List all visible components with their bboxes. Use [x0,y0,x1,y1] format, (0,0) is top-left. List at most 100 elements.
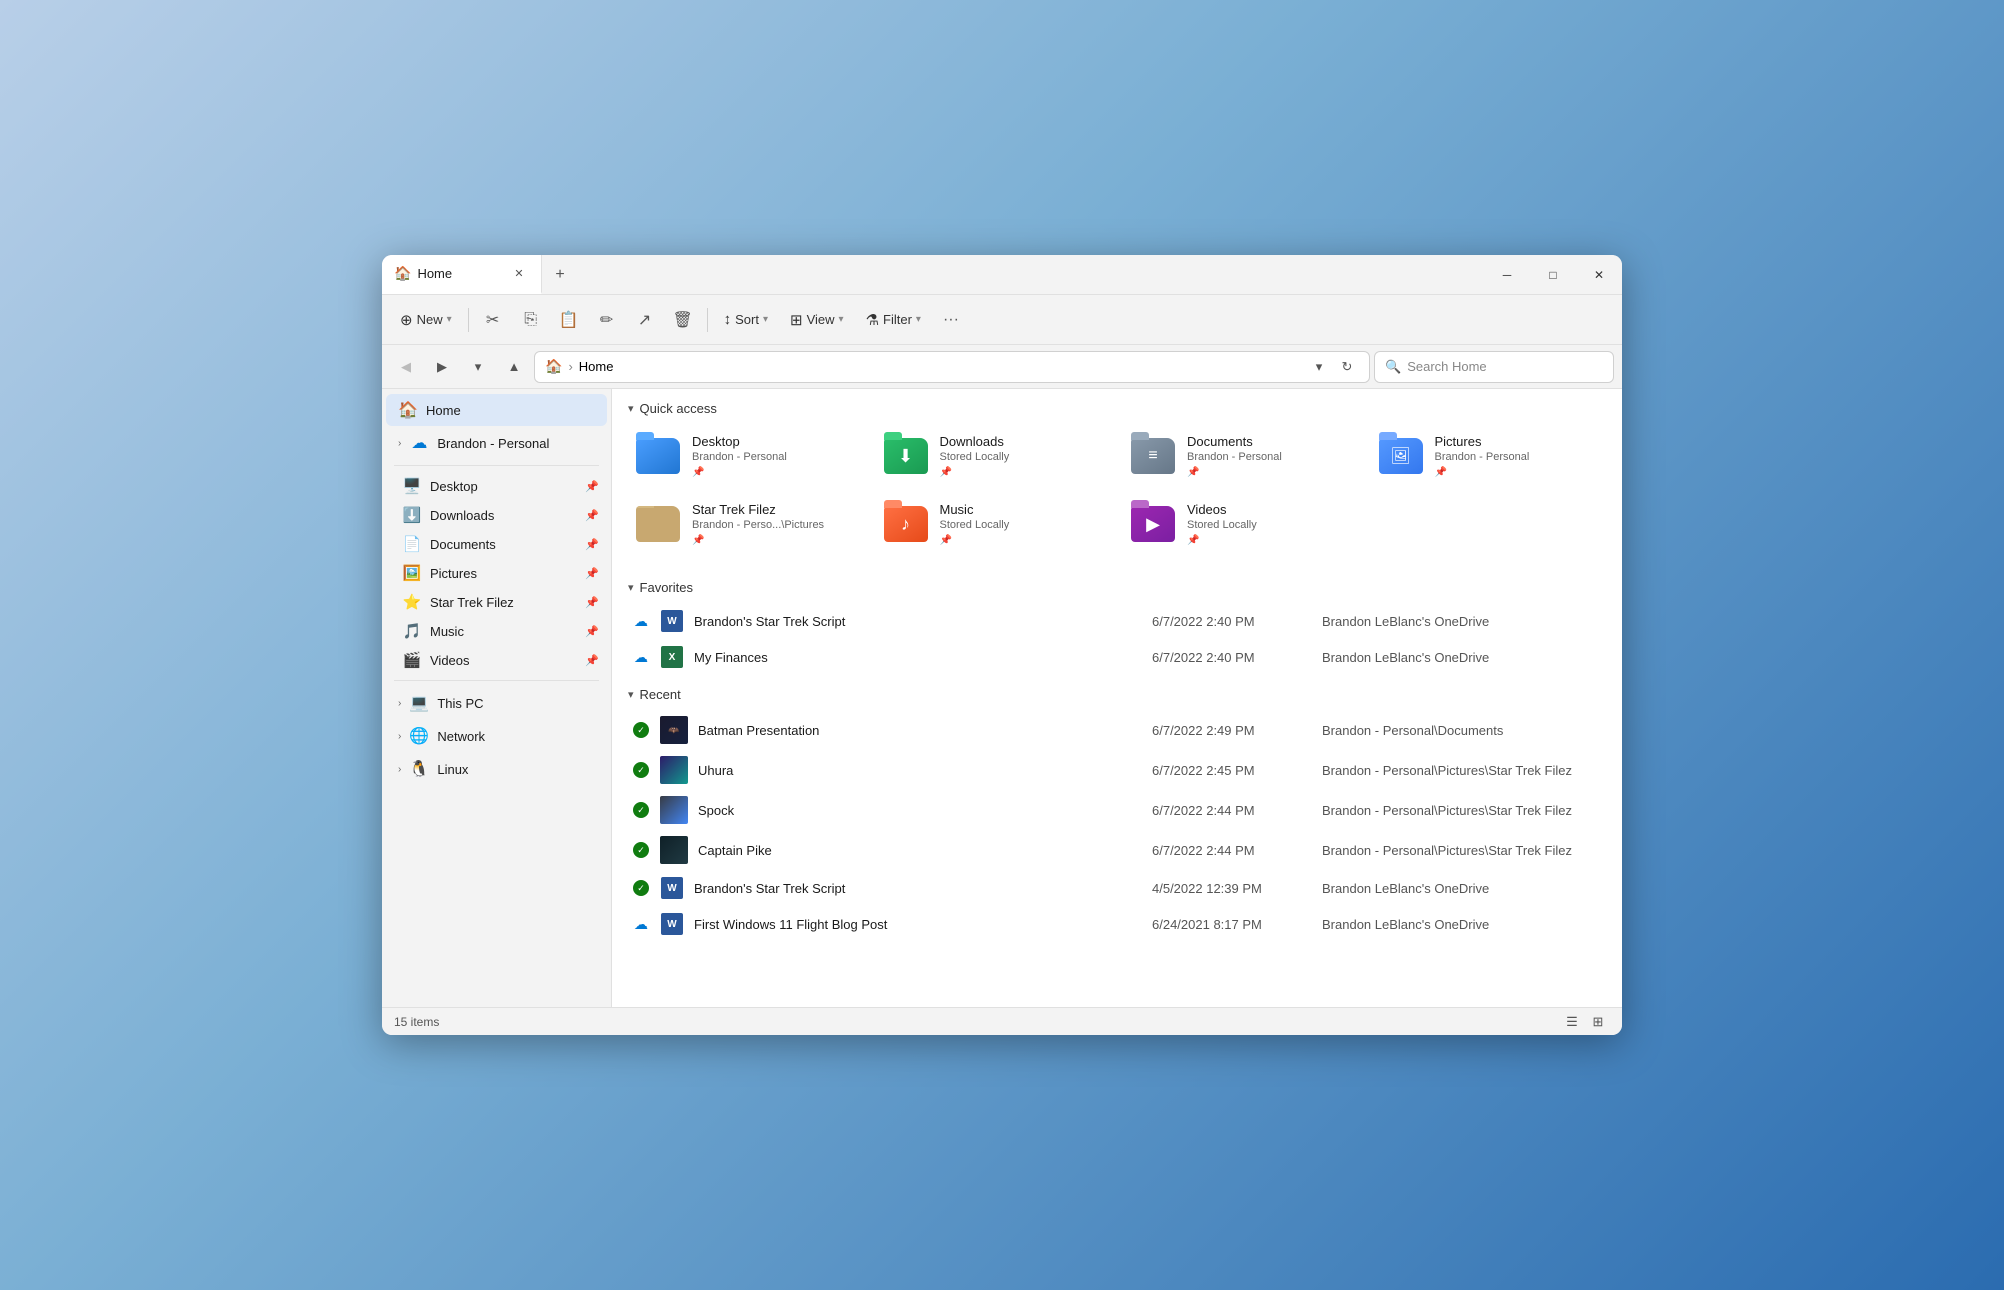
favorites-row-2[interactable]: ☁ X My Finances 6/7/2022 2:40 PM Brandon… [624,639,1610,675]
sidebar-item-startrek[interactable]: ⭐ Star Trek Filez 📌 [386,588,607,616]
favorites-row-1[interactable]: ☁ W Brandon's Star Trek Script 6/7/2022 … [624,603,1610,639]
sidebar-downloads-label: Downloads [430,508,494,523]
qa-item-documents[interactable]: ≡ Documents Brandon - Personal 📌 [1119,424,1363,488]
recent-row-6[interactable]: ☁ W First Windows 11 Flight Blog Post 6/… [624,906,1610,942]
network-chevron-icon: › [398,731,401,742]
new-button[interactable]: ⊕ New ▾ [390,305,462,335]
recent-row-2[interactable]: ✓ Uhura 6/7/2022 2:45 PM Brandon - Perso… [624,750,1610,790]
qa-pictures-pin: 📌 [1435,467,1530,478]
search-box[interactable]: 🔍 Search Home [1374,351,1614,383]
qa-pictures-name: Pictures [1435,434,1530,449]
qa-downloads-pin: 📌 [940,467,1010,478]
sidebar-item-home[interactable]: 🏠 Home [386,394,607,426]
recent-row-5[interactable]: ✓ W Brandon's Star Trek Script 4/5/2022 … [624,870,1610,906]
fav2-location: Brandon LeBlanc's OneDrive [1322,650,1602,665]
recent-header[interactable]: ▾ Recent [612,675,1622,710]
share-button[interactable]: ↗ [627,302,663,338]
rec1-name: Batman Presentation [698,723,1142,738]
qa-item-videos[interactable]: ▶ Videos Stored Locally 📌 [1119,492,1363,556]
recent-row-3[interactable]: ✓ Spock 6/7/2022 2:44 PM Brandon - Perso… [624,790,1610,830]
path-home-icon: 🏠 [545,358,562,375]
rec5-name: Brandon's Star Trek Script [694,881,1142,896]
copy-button[interactable]: ⎘ [513,302,549,338]
recent-locations-button[interactable]: ▾ [462,351,494,383]
qa-startrek-pin: 📌 [692,535,824,546]
fav2-date: 6/7/2022 2:40 PM [1152,650,1312,665]
sidebar-music-label: Music [430,624,464,639]
tab-close-button[interactable]: ✕ [509,264,529,284]
recent-row-4[interactable]: ✓ Captain Pike 6/7/2022 2:44 PM Brandon … [624,830,1610,870]
more-button[interactable]: ··· [933,302,969,338]
qa-videos-icon: ▶ [1129,500,1177,548]
qa-item-downloads[interactable]: ⬇ Downloads Stored Locally 📌 [872,424,1116,488]
recent-row-1[interactable]: ✓ 🦇 Batman Presentation 6/7/2022 2:49 PM… [624,710,1610,750]
sidebar-item-thispc[interactable]: › 💻 This PC [386,687,607,719]
maximize-button[interactable]: □ [1530,255,1576,295]
sidebar-item-onedrive[interactable]: › ☁ Brandon - Personal [386,427,607,459]
qa-item-music[interactable]: ♪ Music Stored Locally 📌 [872,492,1116,556]
rec6-name: First Windows 11 Flight Blog Post [694,917,1142,932]
qa-item-desktop[interactable]: Desktop Brandon - Personal 📌 [624,424,868,488]
qa-desktop-pin: 📌 [692,467,787,478]
qa-downloads-icon: ⬇ [882,432,930,480]
desktop-pin-icon: 📌 [585,480,599,493]
sidebar-desktop-label: Desktop [430,479,478,494]
qa-videos-name: Videos [1187,502,1257,517]
rec6-type-icon: W [660,912,684,936]
fav2-status-icon: ☁ [632,648,650,666]
grid-view-button[interactable]: ⊞ [1586,1011,1610,1033]
sidebar-item-downloads[interactable]: ⬇️ Downloads 📌 [386,501,607,529]
search-placeholder: Search Home [1407,359,1486,374]
new-icon: ⊕ [400,311,413,329]
rec1-thumb: 🦇 [660,716,688,744]
address-dropdown-button[interactable]: ▾ [1307,355,1331,379]
rec6-date: 6/24/2021 8:17 PM [1152,917,1312,932]
refresh-button[interactable]: ↻ [1335,355,1359,379]
sidebar-item-linux[interactable]: › 🐧 Linux [386,753,607,785]
paste-button[interactable]: 📋 [551,302,587,338]
onedrive-icon: ☁ [409,433,429,453]
sidebar-item-desktop[interactable]: 🖥️ Desktop 📌 [386,472,607,500]
sidebar-item-videos[interactable]: 🎬 Videos 📌 [386,646,607,674]
qa-videos-sub: Stored Locally [1187,519,1257,531]
desktop-folder-icon: 🖥️ [402,477,422,495]
rec3-thumb [660,796,688,824]
downloads-folder-icon: ⬇️ [402,506,422,524]
back-button[interactable]: ◀ [390,351,422,383]
list-view-button[interactable]: ☰ [1560,1011,1584,1033]
cut-button[interactable]: ✂ [475,302,511,338]
qa-item-pictures[interactable]: 🖼 Pictures Brandon - Personal 📌 [1367,424,1611,488]
quick-access-header[interactable]: ▾ Quick access [612,389,1622,424]
sidebar-network-label: Network [437,729,485,744]
favorites-header[interactable]: ▾ Favorites [612,568,1622,603]
rec1-date: 6/7/2022 2:49 PM [1152,723,1312,738]
documents-folder-icon: 📄 [402,535,422,553]
rename-button[interactable]: ✏ [589,302,625,338]
qa-downloads-sub: Stored Locally [940,451,1010,463]
filter-button[interactable]: ⚗ Filter ▾ [856,305,931,335]
qa-documents-sub: Brandon - Personal [1187,451,1282,463]
sidebar-item-network[interactable]: › 🌐 Network [386,720,607,752]
sidebar-item-music[interactable]: 🎵 Music 📌 [386,617,607,645]
home-tab[interactable]: 🏠 Home ✕ [382,255,542,294]
qa-item-startrek[interactable]: Star Trek Filez Brandon - Perso...\Pictu… [624,492,868,556]
rec3-date: 6/7/2022 2:44 PM [1152,803,1312,818]
forward-button[interactable]: ▶ [426,351,458,383]
new-tab-button[interactable]: + [542,255,578,294]
rec4-date: 6/7/2022 2:44 PM [1152,843,1312,858]
sidebar-item-pictures[interactable]: 🖼️ Pictures 📌 [386,559,607,587]
downloads-pin-icon: 📌 [585,509,599,522]
minimize-button[interactable]: ─ [1484,255,1530,295]
toolbar: ⊕ New ▾ ✂ ⎘ 📋 ✏ ↗ 🗑 ↕ Sort ▾ ⊞ View ▾ ⚗ … [382,295,1622,345]
rec2-name: Uhura [698,763,1142,778]
close-button[interactable]: ✕ [1576,255,1622,295]
view-button[interactable]: ⊞ View ▾ [780,305,854,335]
up-button[interactable]: ▲ [498,351,530,383]
sidebar-item-documents[interactable]: 📄 Documents 📌 [386,530,607,558]
delete-button[interactable]: 🗑 [665,302,701,338]
address-input[interactable]: 🏠 › Home ▾ ↻ [534,351,1370,383]
content-area: ▾ Quick access Desktop Brandon - Persona… [612,389,1622,1007]
sort-button[interactable]: ↕ Sort ▾ [714,305,778,334]
linux-chevron-icon: › [398,764,401,775]
linux-icon: 🐧 [409,759,429,779]
